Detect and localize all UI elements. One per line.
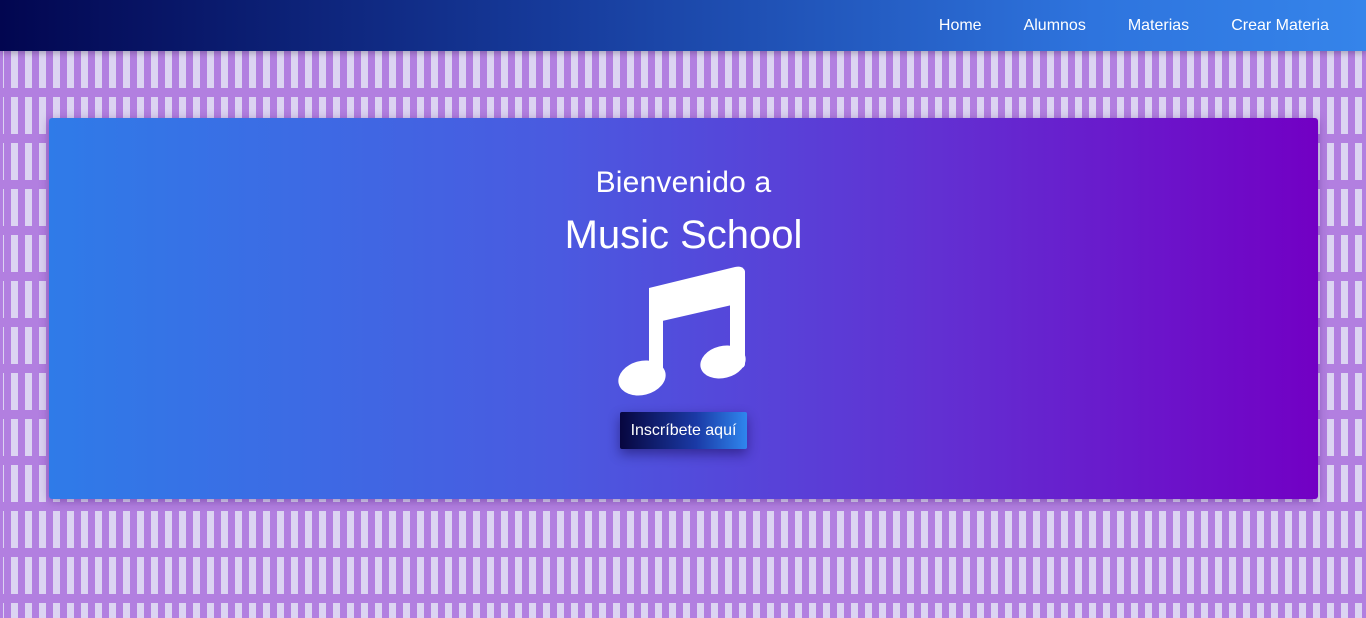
nav-link-materias[interactable]: Materias (1104, 3, 1207, 49)
music-note-icon (618, 266, 746, 396)
enroll-button[interactable]: Inscríbete aquí (620, 412, 747, 449)
hero-card: Bienvenido a Music School Inscríbete aqu… (49, 118, 1318, 499)
nav-link-home[interactable]: Home (915, 3, 1000, 49)
page-title: Music School (564, 213, 803, 257)
welcome-text: Bienvenido a (595, 166, 772, 199)
nav-link-crear-materia[interactable]: Crear Materia (1207, 3, 1366, 49)
nav-links: Home Alumnos Materias Crear Materia (915, 0, 1366, 51)
navbar: Home Alumnos Materias Crear Materia (0, 0, 1366, 51)
nav-link-alumnos[interactable]: Alumnos (1000, 3, 1104, 49)
